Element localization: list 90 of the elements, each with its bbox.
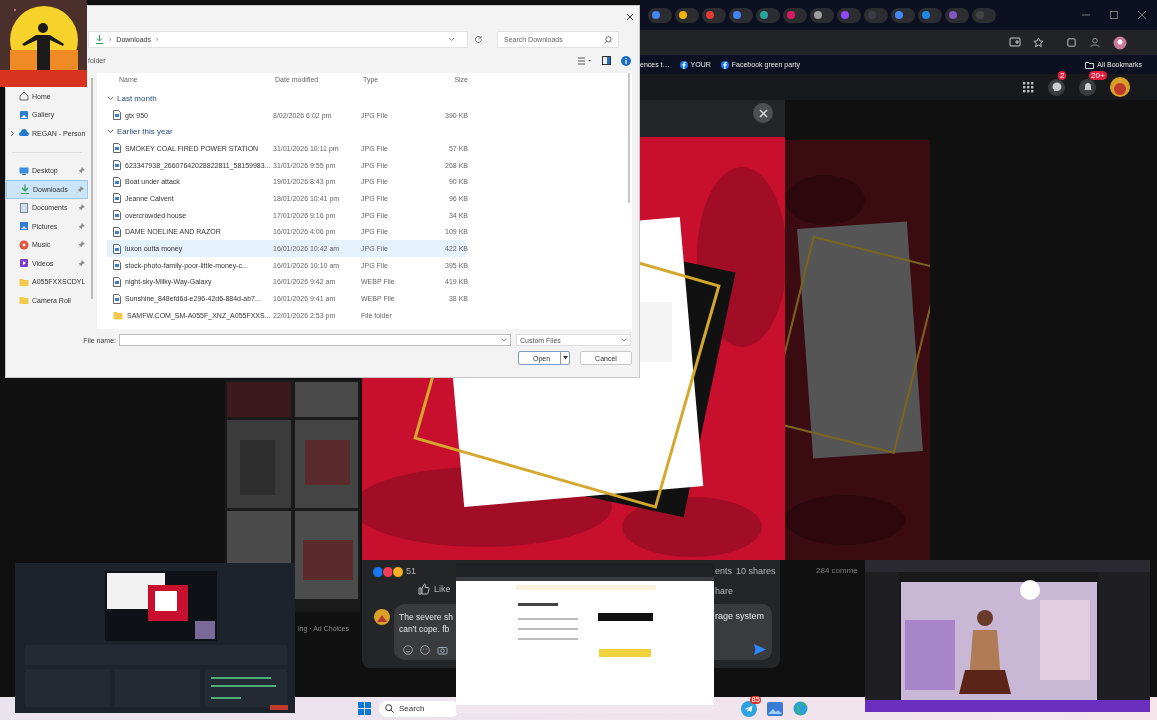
image-file-icon xyxy=(113,210,121,221)
messenger-button[interactable] xyxy=(1048,78,1065,96)
start-icon[interactable] xyxy=(358,702,371,715)
smiley-icon[interactable] xyxy=(420,645,430,655)
pin-icon xyxy=(78,222,85,230)
bell-icon xyxy=(1082,82,1093,92)
star-icon[interactable] xyxy=(1033,37,1044,48)
search-field[interactable]: Search xyxy=(379,700,459,717)
avatar-icon[interactable] xyxy=(1110,77,1130,97)
refresh-icon[interactable] xyxy=(474,35,483,44)
preview-pane-icon[interactable] xyxy=(602,56,611,65)
pin-icon xyxy=(77,185,84,193)
image-file-icon xyxy=(113,260,121,271)
browser-tab[interactable] xyxy=(702,7,726,23)
pin-icon xyxy=(78,259,85,267)
image-file-icon xyxy=(113,293,121,304)
send-icon[interactable] xyxy=(754,644,766,655)
browser-tab[interactable] xyxy=(756,7,780,23)
like-button[interactable]: Like xyxy=(418,583,451,595)
window-preview-tooltip[interactable] xyxy=(15,563,295,713)
image-file-icon xyxy=(113,176,121,187)
share-button[interactable]: hare xyxy=(715,586,733,596)
pin-icon xyxy=(78,241,85,249)
image-file-icon xyxy=(113,160,121,171)
image-file-icon xyxy=(113,226,121,237)
caret-icon[interactable] xyxy=(448,37,455,42)
comment-text: The severe sh can't cope. fb xyxy=(399,611,453,635)
video-icon xyxy=(19,258,29,269)
close-icon xyxy=(758,108,768,118)
collapse-icon[interactable] xyxy=(107,128,114,136)
notifications-button[interactable] xyxy=(1079,78,1096,96)
home-icon xyxy=(19,91,29,102)
image-icon xyxy=(19,221,29,232)
comments-count-text[interactable]: ents xyxy=(715,566,732,576)
cloud-icon xyxy=(19,128,29,139)
maximize-icon[interactable] xyxy=(1109,10,1119,20)
avatar-icon[interactable] xyxy=(1113,35,1127,50)
photos-icon[interactable] xyxy=(767,701,783,716)
browser-tab[interactable] xyxy=(729,7,753,23)
folder-icon xyxy=(1085,60,1095,69)
close-icon[interactable] xyxy=(626,13,634,21)
avatar-icon xyxy=(374,609,390,625)
download-icon xyxy=(20,184,30,195)
notification-badge: 20+ xyxy=(1089,70,1107,80)
desktop-icon xyxy=(19,165,29,176)
folder-icon xyxy=(113,310,123,320)
image-file-icon xyxy=(113,143,121,154)
browser-tab[interactable] xyxy=(918,7,942,23)
image-file-icon xyxy=(113,110,121,121)
browser-tab[interactable] xyxy=(810,7,834,23)
group-header[interactable]: Earlier this year xyxy=(117,127,173,137)
camera-icon[interactable] xyxy=(437,645,448,655)
help-icon[interactable] xyxy=(621,55,631,66)
comment-text: rage system xyxy=(715,611,765,621)
close-button[interactable] xyxy=(753,103,773,123)
browser-tab[interactable] xyxy=(675,7,699,23)
comments-count-text: 284 comme xyxy=(816,566,858,575)
search-placeholder: Search xyxy=(399,704,425,713)
pin-icon xyxy=(78,167,85,175)
image-file-icon xyxy=(113,193,121,204)
gallery-icon xyxy=(19,109,29,120)
chevron-icon[interactable] xyxy=(10,129,15,137)
search-icon xyxy=(604,35,612,44)
reaction-count[interactable]: 51 xyxy=(406,566,416,576)
apps-grid-icon[interactable] xyxy=(1022,81,1034,93)
browser-tab[interactable] xyxy=(891,7,915,23)
shares-count-text[interactable]: 10 shares xyxy=(736,566,776,576)
image-file-icon xyxy=(113,276,121,287)
extensions-icon[interactable] xyxy=(1066,37,1077,48)
window-preview-tooltip[interactable] xyxy=(456,563,714,713)
download-icon xyxy=(95,35,104,44)
pin-icon xyxy=(78,204,85,212)
facebook-icon xyxy=(720,60,729,69)
screen-cast-icon[interactable] xyxy=(1009,37,1021,48)
image-file-icon xyxy=(113,243,121,254)
emoji-icon[interactable] xyxy=(403,645,413,655)
document-icon xyxy=(19,202,29,213)
profile-icon[interactable] xyxy=(1089,37,1101,48)
facebook-icon xyxy=(679,60,688,69)
collapse-icon[interactable] xyxy=(107,94,114,102)
search-icon xyxy=(385,704,394,713)
window-preview-tooltip[interactable] xyxy=(865,560,1150,712)
music-icon xyxy=(19,239,29,250)
folder-icon xyxy=(19,276,29,287)
folder-icon xyxy=(19,295,29,306)
reactions-icon[interactable] xyxy=(372,566,402,578)
chat-bubble-icon xyxy=(1051,82,1062,92)
notification-badge: 2 xyxy=(1058,70,1067,80)
browser-tab[interactable] xyxy=(648,7,672,23)
group-header[interactable]: Last month xyxy=(117,93,157,103)
